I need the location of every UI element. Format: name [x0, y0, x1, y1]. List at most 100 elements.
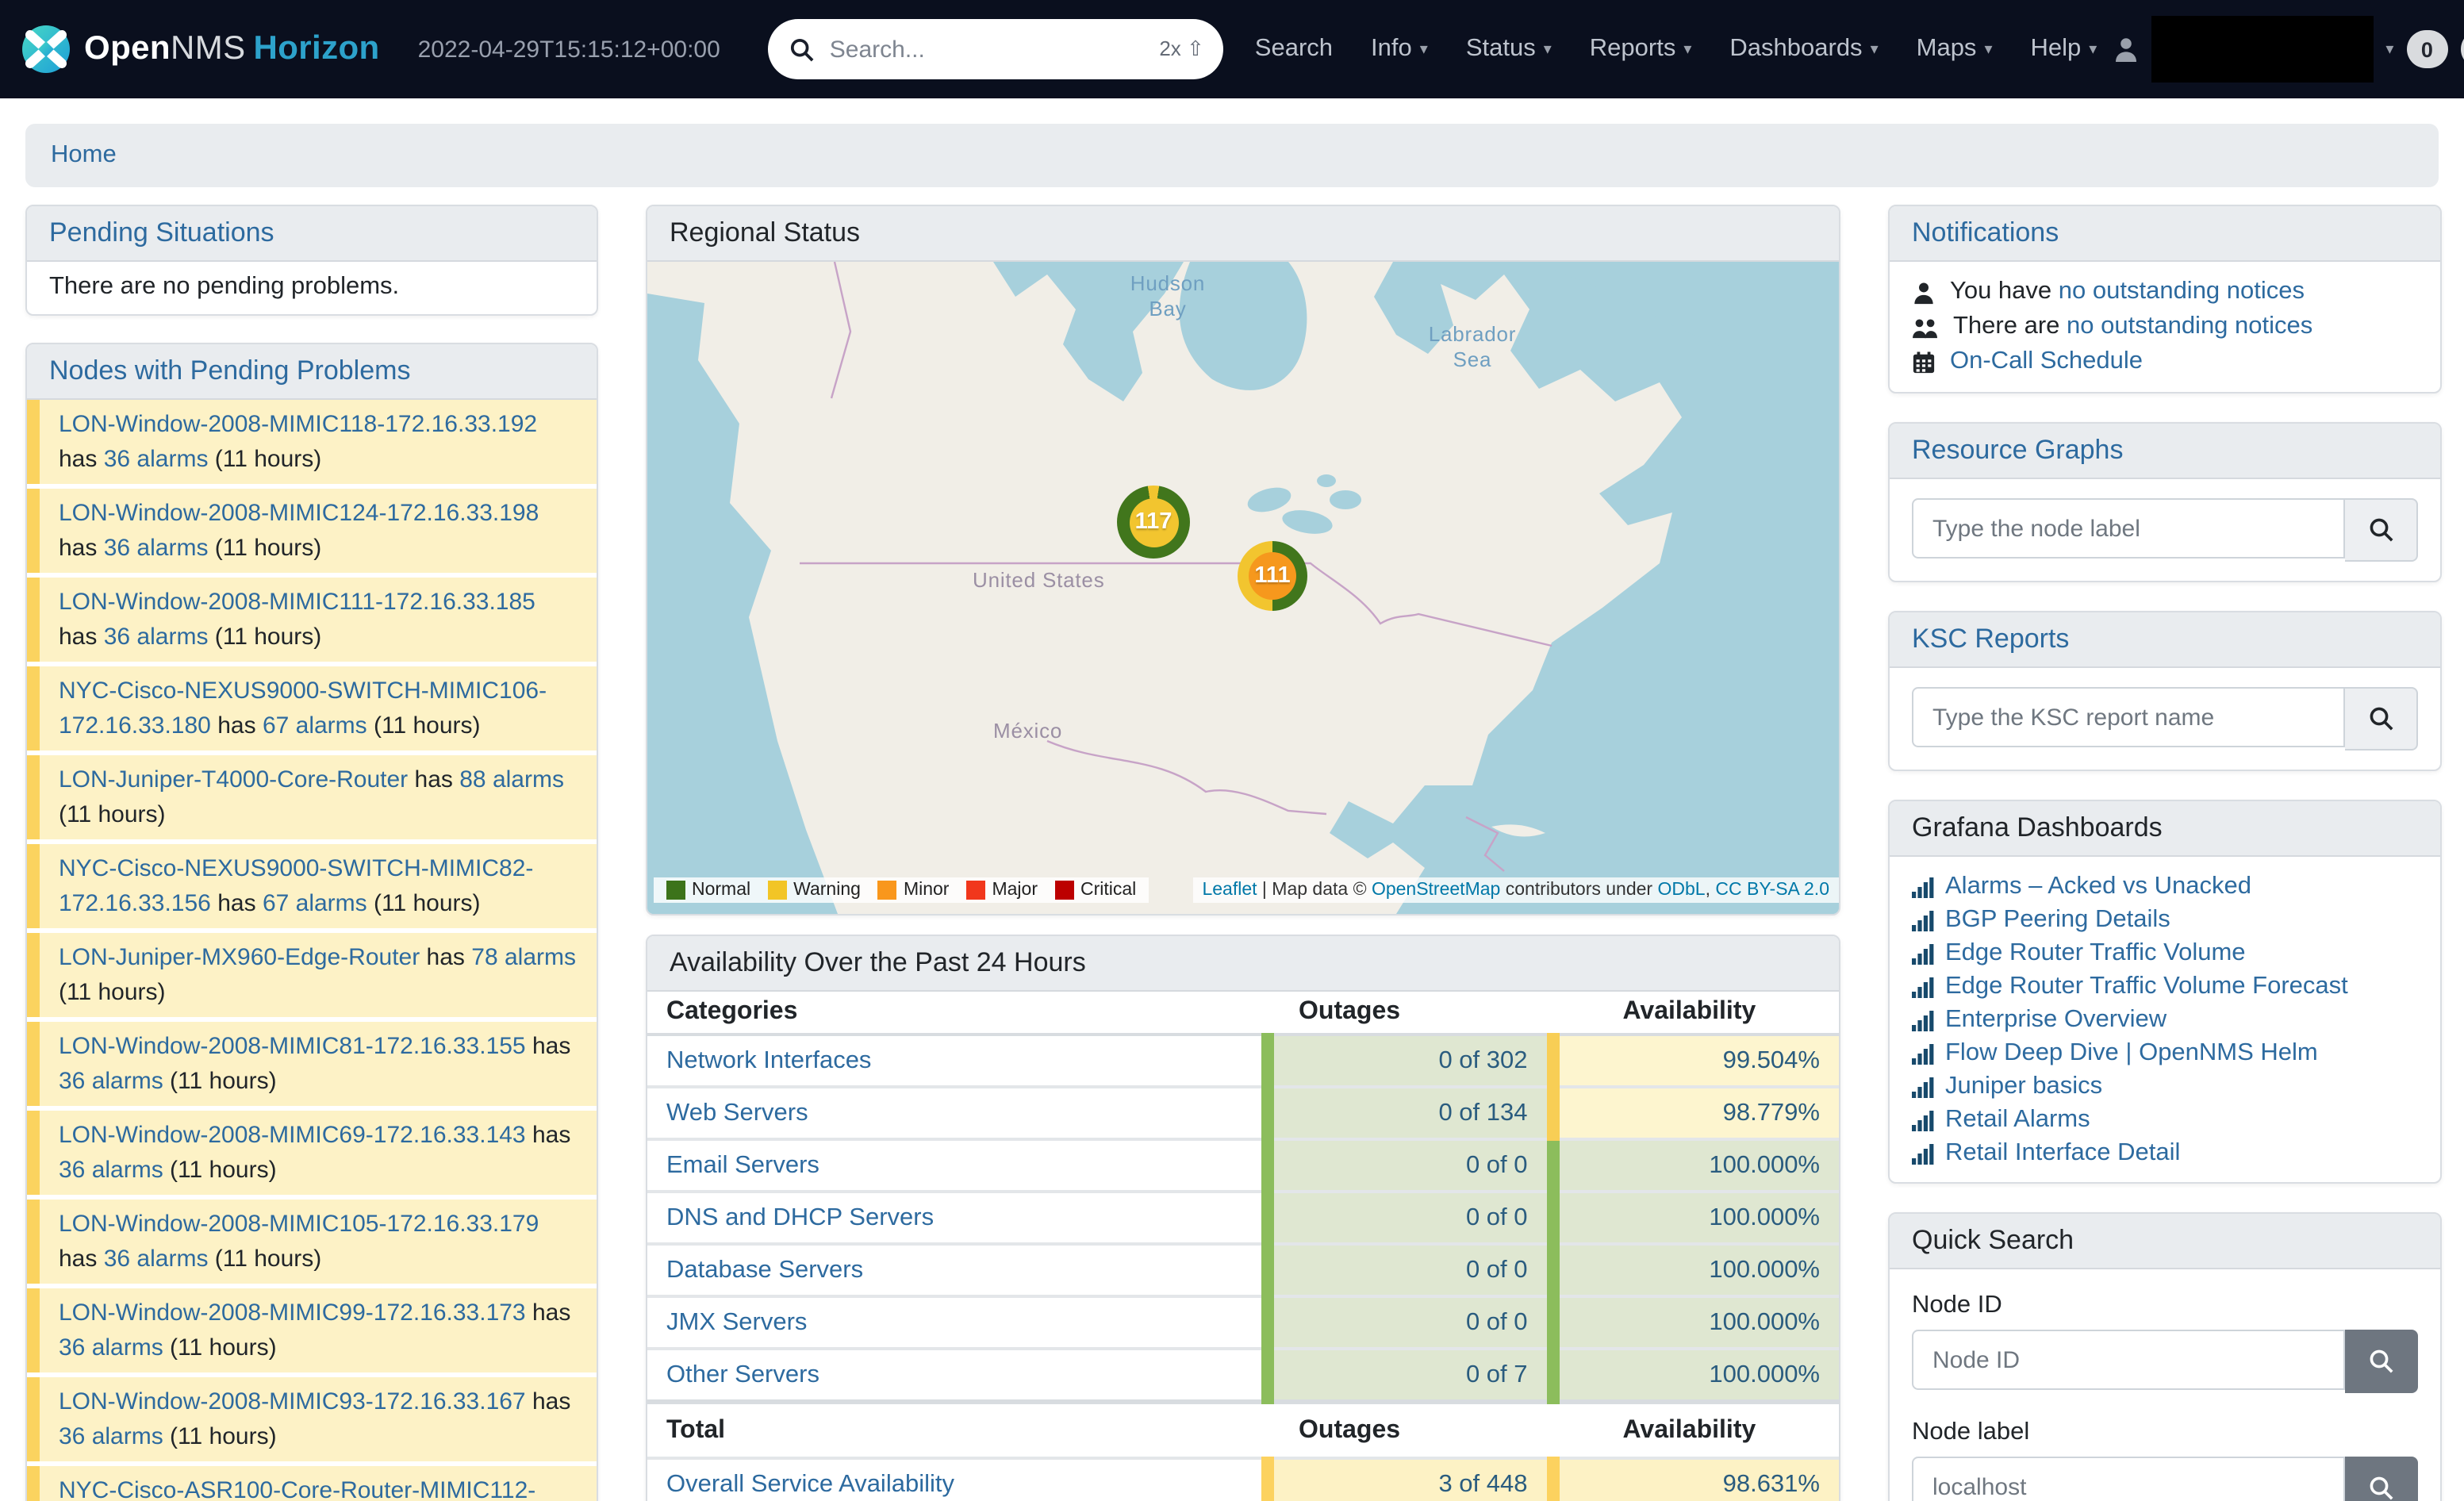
node-link[interactable]: LON-Window-2008-MIMIC118-172.16.33.192 [59, 411, 537, 438]
bar-chart-icon [1912, 1042, 1934, 1064]
node-link[interactable]: LON-Window-2008-MIMIC69-172.16.33.143 [59, 1122, 526, 1149]
map-label-mexico: México [993, 719, 1062, 743]
navbar-item-reports[interactable]: Reports▾ [1590, 35, 1692, 63]
category-link[interactable]: Email Servers [666, 1151, 819, 1178]
category-link[interactable]: Network Interfaces [666, 1046, 871, 1073]
grafana-dashboard-link[interactable]: Flow Deep Dive | OpenNMS Helm [1945, 1036, 2318, 1069]
grafana-dashboard-link[interactable]: BGP Peering Details [1945, 903, 2170, 936]
grafana-dashboard-row: Retail Interface Detail [1912, 1136, 2418, 1169]
map-cluster-marker-111[interactable]: 111 [1238, 541, 1307, 611]
pending-node-row: LON-Window-2008-MIMIC93-172.16.33.167 ha… [27, 1377, 597, 1461]
oncall-schedule-link[interactable]: On-Call Schedule [1950, 347, 2143, 376]
availability-row: Database Servers 0 of 0 100.000% [647, 1244, 1839, 1296]
alarms-link[interactable]: 36 alarms [59, 1156, 163, 1183]
search-icon [790, 37, 814, 61]
navbar-item-info[interactable]: Info▾ [1371, 35, 1428, 63]
category-link[interactable]: Database Servers [666, 1256, 863, 1283]
alarms-link[interactable]: 36 alarms [104, 534, 209, 561]
leaflet-link[interactable]: Leaflet [1202, 881, 1257, 900]
bar-chart-icon [1912, 942, 1934, 964]
username-redacted[interactable] [2151, 16, 2373, 83]
category-link[interactable]: JMX Servers [666, 1308, 807, 1335]
node-link[interactable]: LON-Window-2008-MIMIC105-172.16.33.179 [59, 1211, 539, 1238]
node-link[interactable]: LON-Window-2008-MIMIC99-172.16.33.173 [59, 1299, 526, 1326]
alarms-link[interactable]: 36 alarms [59, 1422, 163, 1449]
notification-badge-1[interactable]: 0 [2406, 30, 2447, 68]
alarms-link[interactable]: 67 alarms [263, 889, 367, 916]
alarms-link[interactable]: 36 alarms [59, 1067, 163, 1094]
alarms-link[interactable]: 78 alarms [471, 944, 576, 971]
availability-row: Other Servers 0 of 7 100.000% [647, 1349, 1839, 1402]
navbar-item-maps[interactable]: Maps▾ [1917, 35, 1993, 63]
category-link[interactable]: DNS and DHCP Servers [666, 1203, 934, 1230]
outages-value: 0 of 302 [1267, 1035, 1552, 1087]
outages-value: 0 of 0 [1267, 1296, 1552, 1349]
legend-item: Warning [768, 881, 861, 900]
alarms-link[interactable]: 36 alarms [59, 1334, 163, 1361]
node-link[interactable]: NYC-Cisco-ASR100-Core-Router-MIMIC112-17… [59, 1477, 535, 1501]
pending-node-row: LON-Juniper-MX960-Edge-Router has 78 ala… [27, 933, 597, 1017]
global-search-input[interactable] [827, 34, 1147, 64]
node-link[interactable]: LON-Window-2008-MIMIC93-172.16.33.167 [59, 1388, 526, 1415]
all-notices-link[interactable]: no outstanding notices [2067, 313, 2312, 340]
pending-situations-title[interactable]: Pending Situations [49, 217, 274, 248]
global-search[interactable]: 2x ⇧ [768, 19, 1223, 79]
grafana-dashboard-link[interactable]: Edge Router Traffic Volume [1945, 936, 2246, 969]
notifications-title[interactable]: Notifications [1912, 217, 2059, 248]
regional-status-map[interactable]: Hudson Bay Labrador Sea United States Mé… [647, 262, 1839, 914]
openstreetmap-link[interactable]: OpenStreetMap [1372, 881, 1500, 900]
alarms-link[interactable]: 36 alarms [104, 623, 209, 650]
alarms-link[interactable]: 36 alarms [104, 445, 209, 472]
category-link[interactable]: Other Servers [666, 1361, 819, 1388]
odbl-link[interactable]: ODbL [1658, 881, 1706, 900]
category-link[interactable]: Web Servers [666, 1099, 808, 1126]
node-link[interactable]: LON-Juniper-MX960-Edge-Router [59, 944, 420, 971]
alarms-link[interactable]: 67 alarms [263, 712, 367, 739]
notifications-panel: Notifications You have no outstanding no… [1888, 205, 2442, 393]
ksc-reports-search-button[interactable] [2345, 687, 2418, 750]
node-link[interactable]: LON-Juniper-T4000-Core-Router [59, 766, 408, 793]
grafana-dashboard-link[interactable]: Juniper basics [1945, 1069, 2102, 1103]
grafana-dashboard-link[interactable]: Enterprise Overview [1945, 1003, 2167, 1036]
node-link[interactable]: LON-Window-2008-MIMIC81-172.16.33.155 [59, 1033, 526, 1060]
grafana-dashboard-link[interactable]: Alarms – Acked vs Unacked [1945, 870, 2251, 903]
nodes-with-pending-problems-panel: Nodes with Pending Problems LON-Window-2… [25, 343, 598, 1501]
node-label-input[interactable] [1912, 1457, 2345, 1501]
availability-value: 100.000% [1553, 1192, 1840, 1244]
overall-availability-link[interactable]: Overall Service Availability [666, 1470, 954, 1497]
bar-chart-icon [1912, 1142, 1934, 1164]
right-column: Notifications You have no outstanding no… [1888, 205, 2442, 1501]
nodes-pending-problems-title[interactable]: Nodes with Pending Problems [49, 355, 410, 386]
legend-label: Critical [1080, 881, 1136, 900]
node-link[interactable]: LON-Window-2008-MIMIC111-172.16.33.185 [59, 589, 535, 616]
ksc-report-name-input[interactable] [1912, 687, 2345, 747]
node-id-input[interactable] [1912, 1330, 2345, 1390]
resource-graphs-title[interactable]: Resource Graphs [1912, 435, 2123, 465]
alarms-link[interactable]: 36 alarms [104, 1245, 209, 1272]
user-menu-chevron-down-icon[interactable]: ▾ [2385, 40, 2393, 58]
node-label-search-button[interactable] [2345, 1457, 2418, 1501]
ccbysa-link[interactable]: CC BY-SA 2.0 [1715, 881, 1829, 900]
grafana-dashboard-link[interactable]: Edge Router Traffic Volume Forecast [1945, 969, 2348, 1003]
ksc-reports-title[interactable]: KSC Reports [1912, 624, 2069, 654]
grafana-dashboard-link[interactable]: Retail Alarms [1945, 1103, 2090, 1136]
navbar-item-dashboards[interactable]: Dashboards▾ [1729, 35, 1878, 63]
outages-value: 0 of 0 [1267, 1244, 1552, 1296]
your-notices-link[interactable]: no outstanding notices [2059, 278, 2305, 305]
chevron-down-icon: ▾ [1420, 40, 1428, 58]
navbar-item-status[interactable]: Status▾ [1466, 35, 1552, 63]
availability-value: 99.504% [1553, 1035, 1840, 1087]
resource-graphs-search-button[interactable] [2345, 498, 2418, 562]
map-cluster-marker-117[interactable]: 117 [1117, 486, 1190, 559]
node-link[interactable]: LON-Window-2008-MIMIC124-172.16.33.198 [59, 500, 539, 527]
opennms-logo[interactable]: OpenNMSHorizon [22, 25, 380, 73]
notification-badge-2[interactable]: 0 [2460, 30, 2464, 68]
search-icon [2368, 1349, 2393, 1374]
grafana-dashboard-link[interactable]: Retail Interface Detail [1945, 1136, 2180, 1169]
node-id-search-button[interactable] [2345, 1330, 2418, 1393]
alarms-link[interactable]: 88 alarms [459, 766, 564, 793]
navbar-item-search[interactable]: Search [1255, 35, 1333, 63]
navbar-item-help[interactable]: Help▾ [2031, 35, 2097, 63]
breadcrumb-home-link[interactable]: Home [51, 141, 117, 168]
resource-graphs-node-input[interactable] [1912, 498, 2345, 559]
